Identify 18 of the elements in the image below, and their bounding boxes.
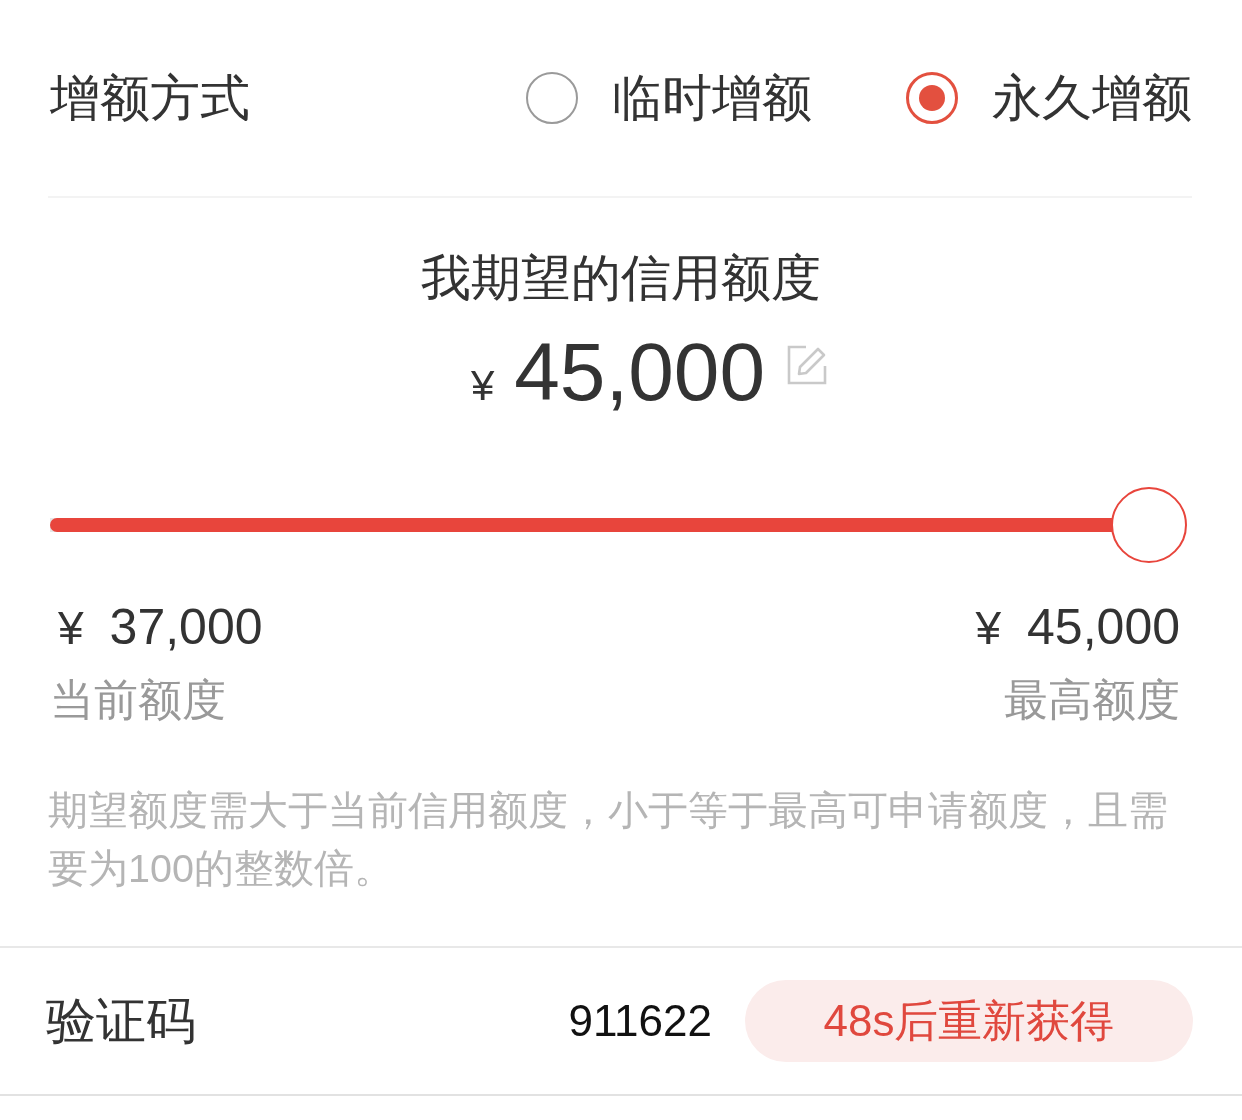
radio-button[interactable] — [526, 72, 578, 124]
amount-caption: 最高额度 — [1004, 674, 1180, 726]
radio-button[interactable] — [906, 72, 958, 124]
mode-label: 增额方式 — [50, 69, 250, 128]
amount-value: 45,000 — [514, 331, 766, 413]
amount-caption: 当前额度 — [50, 674, 226, 726]
amount-value: 37,000 — [109, 598, 263, 657]
code-input[interactable]: 911622 — [552, 993, 712, 1049]
section-title: 我期望的信用额度 — [421, 249, 821, 308]
currency-symbol: ¥ — [975, 601, 1002, 656]
currency-symbol: ¥ — [470, 365, 495, 407]
currency-symbol: ¥ — [58, 601, 84, 656]
code-label: 验证码 — [46, 992, 196, 1051]
option-label[interactable]: 永久增额 — [992, 68, 1192, 128]
amount-value: 45,000 — [1027, 598, 1180, 657]
resend-button[interactable]: 48s后重新获得 — [745, 980, 1193, 1062]
option-label[interactable]: 临时增额 — [612, 68, 812, 128]
hint-text: 期望额度需大于当前信用额度，小于等于最高可申请额度，且需要为100的整数倍。 — [48, 787, 1169, 892]
